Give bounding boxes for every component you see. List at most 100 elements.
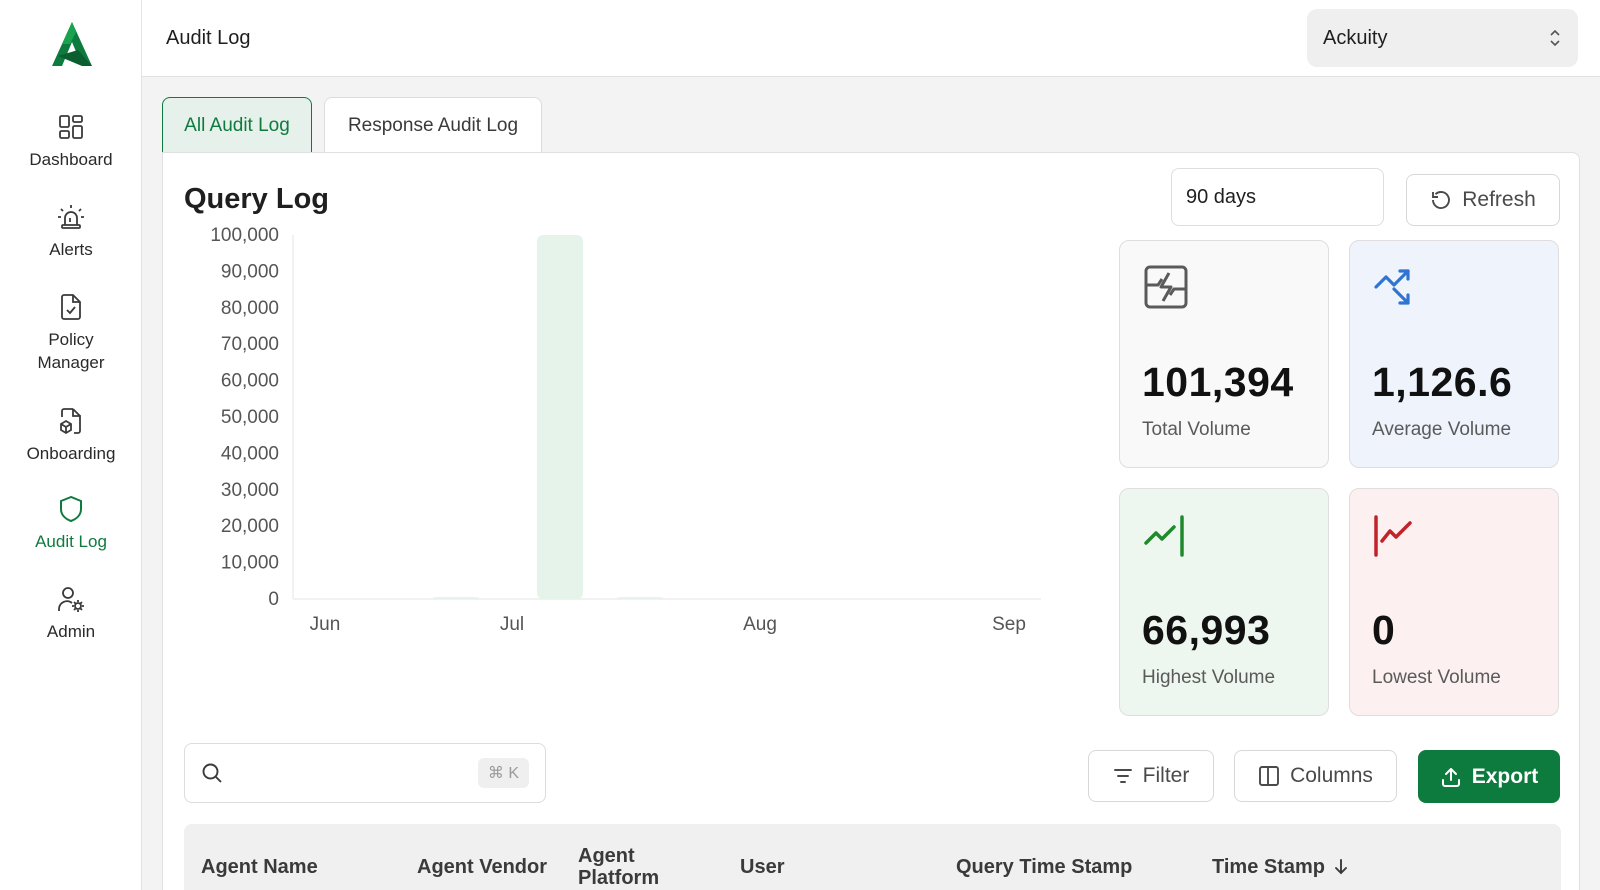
chart-bar <box>432 597 479 599</box>
columns-label: Columns <box>1290 764 1373 787</box>
stat-label: Average Volume <box>1372 419 1512 440</box>
column-header-time-stamp[interactable]: Time Stamp <box>1212 824 1349 890</box>
refresh-icon <box>1432 191 1451 209</box>
column-header-agent-platform[interactable]: Agent Platform <box>578 824 659 890</box>
column-header-label: Agent <box>578 845 635 867</box>
sidebar-item-alerts[interactable]: Alerts <box>0 202 142 261</box>
stat-value: 1,126.6 <box>1372 359 1513 405</box>
sidebar-item-label: Admin <box>46 622 96 641</box>
y-tick-label: 0 <box>268 589 279 610</box>
file-check-icon <box>56 292 86 322</box>
stat-card-average-volume: 1,126.6 Average Volume <box>1349 240 1559 468</box>
refresh-label: Refresh <box>1462 188 1536 211</box>
stat-card-highest-volume: 66,993 Highest Volume <box>1119 488 1329 716</box>
filter-button[interactable]: Filter <box>1088 750 1214 802</box>
stat-card-lowest-volume: 0 Lowest Volume <box>1349 488 1559 716</box>
search-icon <box>202 763 222 783</box>
y-tick-label: 20,000 <box>221 516 279 537</box>
tab-label: All Audit Log <box>184 114 290 136</box>
y-tick-label: 40,000 <box>221 443 279 464</box>
stat-card-total-volume: 101,394 Total Volume <box>1119 240 1329 468</box>
column-header-agent-vendor[interactable]: Agent Vendor <box>417 824 547 890</box>
user-cog-icon <box>56 584 86 614</box>
search-box[interactable]: ⌘ K <box>184 743 546 803</box>
query-log-panel: Query Log 90 days Refresh 0 10,000 20,000 3… <box>162 152 1580 890</box>
section-title: Query Log <box>184 183 330 215</box>
tab-all-audit-log[interactable]: All Audit Log <box>162 97 312 153</box>
columns-button[interactable]: Columns <box>1234 750 1397 802</box>
stat-value: 101,394 <box>1142 359 1294 405</box>
column-header-user[interactable]: User <box>740 824 784 890</box>
sidebar-item-onboarding[interactable]: Onboarding <box>0 406 142 465</box>
tab-response-audit-log[interactable]: Response Audit Log <box>324 97 542 153</box>
sidebar-item-label: Onboarding <box>26 444 116 463</box>
chart-bar <box>617 597 663 599</box>
export-button[interactable]: Export <box>1418 750 1560 803</box>
column-header-query-time-stamp[interactable]: Query Time Stamp <box>956 824 1132 890</box>
organization-select-value: Ackuity <box>1323 26 1388 49</box>
siren-icon <box>56 202 86 232</box>
keyboard-shortcut-badge: ⌘ K <box>477 758 529 788</box>
y-tick-label: 90,000 <box>221 261 279 282</box>
x-tick-label: Sep <box>992 614 1026 635</box>
filter-icon <box>1113 769 1132 783</box>
y-tick-label: 70,000 <box>221 334 279 355</box>
sidebar-item-label: Alerts <box>49 240 93 259</box>
trend-down-icon <box>1374 515 1412 557</box>
grid-icon <box>56 112 86 142</box>
sidebar-item-admin[interactable]: Admin <box>0 584 142 643</box>
y-tick-label: 30,000 <box>221 480 279 501</box>
sidebar-item-label: Policy <box>48 330 94 349</box>
x-tick-label: Aug <box>743 614 777 635</box>
date-range-value: 90 days <box>1186 185 1257 208</box>
column-header-label: Platform <box>578 867 660 889</box>
sidebar-item-audit-log[interactable]: Audit Log <box>0 494 142 553</box>
x-tick-label: Jun <box>310 614 341 635</box>
page-title: Audit Log <box>166 27 251 49</box>
y-tick-label: 10,000 <box>221 553 279 574</box>
trend-up-icon <box>1144 515 1184 557</box>
y-tick-label: 50,000 <box>221 407 279 428</box>
x-tick-label: Jul <box>500 614 524 635</box>
stat-label: Lowest Volume <box>1372 667 1501 688</box>
upload-icon <box>1441 767 1460 787</box>
refresh-button[interactable]: Refresh <box>1406 174 1560 226</box>
column-header-label: Agent Name <box>201 856 318 878</box>
ackuity-logo[interactable] <box>48 20 96 68</box>
top-header: Audit Log Ackuity <box>142 0 1600 77</box>
table-header: Agent Name Agent Vendor Agent Platform U… <box>184 824 1561 890</box>
arrow-down-icon <box>1335 859 1347 875</box>
export-label: Export <box>1471 764 1539 788</box>
sidebar-item-policy-manager[interactable]: Policy Manager <box>0 292 142 374</box>
tab-label: Response Audit Log <box>347 114 519 136</box>
organization-select[interactable]: Ackuity <box>1307 9 1578 67</box>
chevron-up-down-icon <box>1550 29 1560 47</box>
y-tick-label: 100,000 <box>210 225 279 246</box>
file-box-icon <box>56 406 86 436</box>
sidebar-item-label: Audit Log <box>35 532 107 551</box>
search-input[interactable] <box>235 762 478 784</box>
stat-label: Highest Volume <box>1142 667 1276 688</box>
y-tick-label: 60,000 <box>221 371 279 392</box>
date-range-select[interactable]: 90 days <box>1171 168 1384 226</box>
column-header-label: User <box>740 856 785 878</box>
y-tick-label: 80,000 <box>221 298 279 319</box>
stat-value: 66,993 <box>1142 607 1271 653</box>
filter-label: Filter <box>1142 764 1190 787</box>
columns-icon <box>1259 766 1280 786</box>
sidebar-item-dashboard[interactable]: Dashboard <box>0 112 142 171</box>
sidebar-item-label: Dashboard <box>29 150 113 169</box>
shield-icon <box>56 494 86 524</box>
query-volume-chart: 0 10,000 20,000 30,000 40,000 50,000 60,000 70,… <box>210 225 1041 635</box>
sidebar-item-label: Manager <box>37 353 105 372</box>
column-header-label: Query Time Stamp <box>956 856 1133 878</box>
column-header-agent-name[interactable]: Agent Name <box>201 824 318 890</box>
trend-shuffle-icon <box>1374 269 1410 305</box>
column-header-label: Time Stamp <box>1212 856 1325 878</box>
column-header-label: Agent Vendor <box>417 856 548 878</box>
stat-label: Total Volume <box>1142 419 1251 440</box>
chart-bar <box>537 235 583 599</box>
volume-icon <box>1144 265 1188 309</box>
stat-value: 0 <box>1372 607 1396 653</box>
sidebar: Dashboard Alerts Policy Manager Onboardi… <box>0 0 142 890</box>
